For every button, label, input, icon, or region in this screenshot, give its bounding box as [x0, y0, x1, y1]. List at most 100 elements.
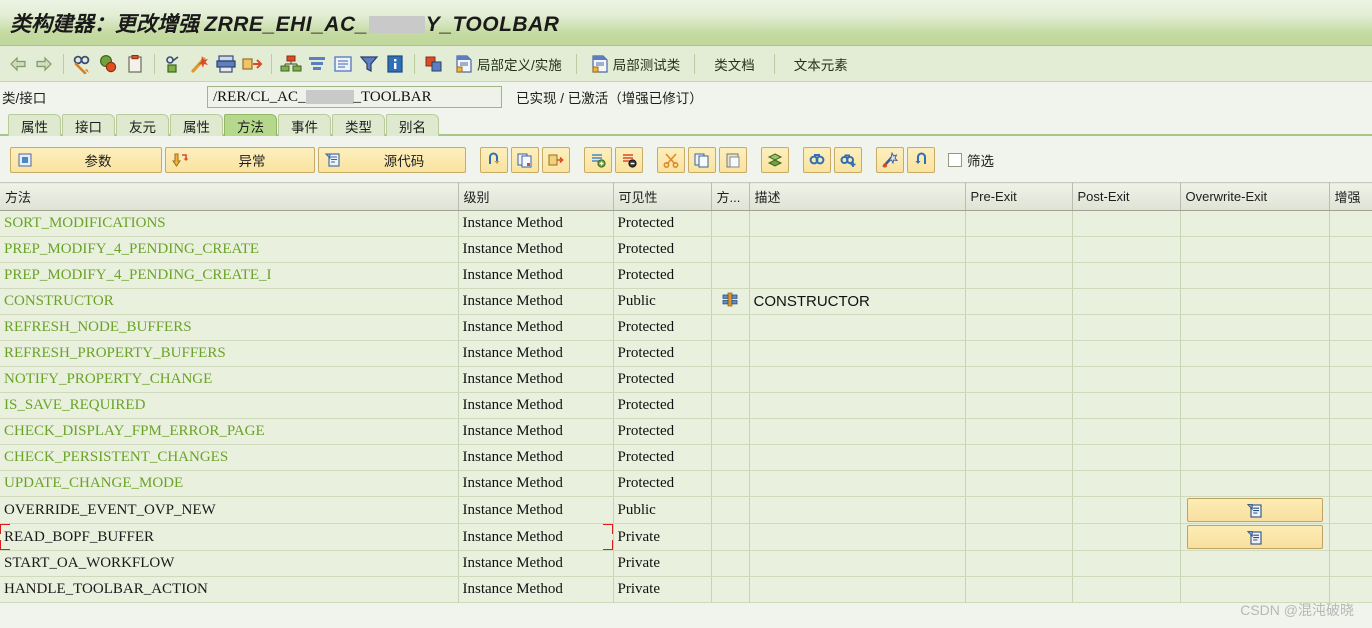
- sort-icon[interactable]: [305, 51, 329, 77]
- tab-attributes-1[interactable]: 属性: [8, 114, 61, 136]
- table-row[interactable]: HANDLE_TOOLBAR_ACTION Instance Method Priv…: [0, 576, 1372, 603]
- cell-post-exit[interactable]: [1072, 444, 1181, 471]
- cell-level[interactable]: Instance Method: [458, 366, 614, 393]
- cell-overwrite-exit[interactable]: [1180, 340, 1330, 367]
- back-arrow-icon[interactable]: [6, 51, 30, 77]
- cell-overwrite-exit[interactable]: [1180, 523, 1330, 551]
- info-icon[interactable]: [383, 51, 407, 77]
- cell-level[interactable]: Instance Method: [458, 314, 614, 341]
- cell-enhancement[interactable]: [1329, 210, 1372, 237]
- cell-post-exit[interactable]: [1072, 288, 1181, 315]
- cell-visibility[interactable]: Protected: [613, 366, 712, 393]
- cell-level[interactable]: Instance Method: [458, 550, 614, 577]
- table-row[interactable]: PREP_MODIFY_4_PENDING_CREATE Instance Met…: [0, 236, 1372, 263]
- cell-method-name[interactable]: OVERRIDE_EVENT_OVP_NEW: [0, 496, 459, 524]
- cell-visibility[interactable]: Protected: [613, 392, 712, 419]
- col-header-overwrite-exit[interactable]: Overwrite-Exit: [1180, 182, 1330, 211]
- cell-method-name[interactable]: PREP_MODIFY_4_PENDING_CREATE_I: [0, 262, 459, 289]
- cell-post-exit[interactable]: [1072, 392, 1181, 419]
- col-header-level[interactable]: 级别: [458, 182, 614, 211]
- filter-checkbox[interactable]: [948, 153, 962, 167]
- cell-post-exit[interactable]: [1072, 576, 1181, 603]
- tab-attributes-2[interactable]: 属性: [170, 114, 223, 136]
- cell-visibility[interactable]: Public: [613, 288, 712, 315]
- cell-description[interactable]: [749, 470, 966, 497]
- cell-level[interactable]: Instance Method: [458, 444, 614, 471]
- cell-pre-exit[interactable]: [965, 262, 1073, 289]
- cell-post-exit[interactable]: [1072, 550, 1181, 577]
- cell-method-name[interactable]: HANDLE_TOOLBAR_ACTION: [0, 576, 459, 603]
- table-row[interactable]: CHECK_DISPLAY_FPM_ERROR_PAGE Instance Met…: [0, 418, 1372, 445]
- source-code-button[interactable]: 源代码: [318, 147, 466, 173]
- cell-method-name[interactable]: UPDATE_CHANGE_MODE: [0, 470, 459, 497]
- cell-overwrite-exit[interactable]: [1180, 288, 1330, 315]
- cell-pre-exit[interactable]: [965, 366, 1073, 393]
- cell-method-name[interactable]: CHECK_DISPLAY_FPM_ERROR_PAGE: [0, 418, 459, 445]
- cell-enhancement[interactable]: [1329, 262, 1372, 289]
- cell-method-name[interactable]: NOTIFY_PROPERTY_CHANGE: [0, 366, 459, 393]
- delete-row-icon[interactable]: [615, 147, 643, 173]
- cell-post-exit[interactable]: [1072, 340, 1181, 367]
- cell-overwrite-exit[interactable]: [1180, 314, 1330, 341]
- cell-method-name[interactable]: CHECK_PERSISTENT_CHANGES: [0, 444, 459, 471]
- check-icon[interactable]: [97, 51, 121, 77]
- cell-description[interactable]: [749, 576, 966, 603]
- list-icon[interactable]: [331, 51, 355, 77]
- cell-level[interactable]: Instance Method: [458, 418, 614, 445]
- object-icon[interactable]: [162, 51, 186, 77]
- cell-enhancement[interactable]: [1329, 392, 1372, 419]
- cell-method-name[interactable]: REFRESH_NODE_BUFFERS: [0, 314, 459, 341]
- cell-level[interactable]: Instance Method: [458, 470, 614, 497]
- cell-description[interactable]: [749, 236, 966, 263]
- col-header-visibility[interactable]: 可见性: [613, 182, 712, 211]
- cell-visibility[interactable]: Protected: [613, 236, 712, 263]
- cell-visibility[interactable]: Protected: [613, 444, 712, 471]
- exceptions-button[interactable]: 异常: [165, 147, 315, 173]
- cell-enhancement[interactable]: [1329, 576, 1372, 603]
- cell-pre-exit[interactable]: [965, 392, 1073, 419]
- cell-overwrite-exit[interactable]: [1180, 392, 1330, 419]
- cell-level[interactable]: Instance Method: [458, 210, 614, 237]
- col-header-enhancement[interactable]: 增强: [1329, 182, 1372, 211]
- table-row[interactable]: SORT_MODIFICATIONS Instance Method Protect…: [0, 210, 1372, 237]
- cell-pre-exit[interactable]: [965, 340, 1073, 367]
- cell-post-exit[interactable]: [1072, 523, 1181, 551]
- cell-visibility[interactable]: Private: [613, 576, 712, 603]
- cell-description[interactable]: [749, 262, 966, 289]
- cell-description[interactable]: [749, 444, 966, 471]
- local-definitions-button[interactable]: 局部定义/实施: [448, 51, 569, 77]
- parameters-button[interactable]: 参数: [10, 147, 162, 173]
- cell-description[interactable]: [749, 523, 966, 551]
- clipboard-icon[interactable]: [123, 51, 147, 77]
- cell-enhancement[interactable]: [1329, 496, 1372, 524]
- cell-visibility[interactable]: Protected: [613, 340, 712, 367]
- cut-scissors-icon[interactable]: [657, 147, 685, 173]
- cell-enhancement[interactable]: [1329, 366, 1372, 393]
- cell-pre-exit[interactable]: [965, 210, 1073, 237]
- cell-enhancement[interactable]: [1329, 550, 1372, 577]
- find-icon[interactable]: [803, 147, 831, 173]
- cell-description[interactable]: [749, 550, 966, 577]
- cell-method-name[interactable]: REFRESH_PROPERTY_BUFFERS: [0, 340, 459, 367]
- copy-stack-icon[interactable]: [511, 147, 539, 173]
- cell-post-exit[interactable]: [1072, 236, 1181, 263]
- class-documentation-button[interactable]: 类文档: [702, 51, 767, 77]
- cell-visibility[interactable]: Public: [613, 496, 712, 524]
- cell-enhancement[interactable]: [1329, 418, 1372, 445]
- redo-arrow-icon[interactable]: [480, 147, 508, 173]
- cell-pre-exit[interactable]: [965, 496, 1073, 524]
- cell-description[interactable]: [749, 314, 966, 341]
- cell-overwrite-exit[interactable]: [1180, 550, 1330, 577]
- expand-icon[interactable]: [240, 51, 264, 77]
- expand-arrow-icon[interactable]: [542, 147, 570, 173]
- cell-level[interactable]: Instance Method: [458, 340, 614, 367]
- table-row[interactable]: CONSTRUCTOR Instance Method Public CONSTRUC…: [0, 288, 1372, 315]
- filter-icon[interactable]: [357, 51, 381, 77]
- cell-visibility[interactable]: Protected: [613, 470, 712, 497]
- cell-pre-exit[interactable]: [965, 444, 1073, 471]
- tab-friends[interactable]: 友元: [116, 114, 169, 136]
- cell-description[interactable]: [749, 340, 966, 367]
- table-row[interactable]: PREP_MODIFY_4_PENDING_CREATE_I Instance M…: [0, 262, 1372, 289]
- cell-post-exit[interactable]: [1072, 470, 1181, 497]
- overwrite-exit-button[interactable]: [1186, 498, 1323, 522]
